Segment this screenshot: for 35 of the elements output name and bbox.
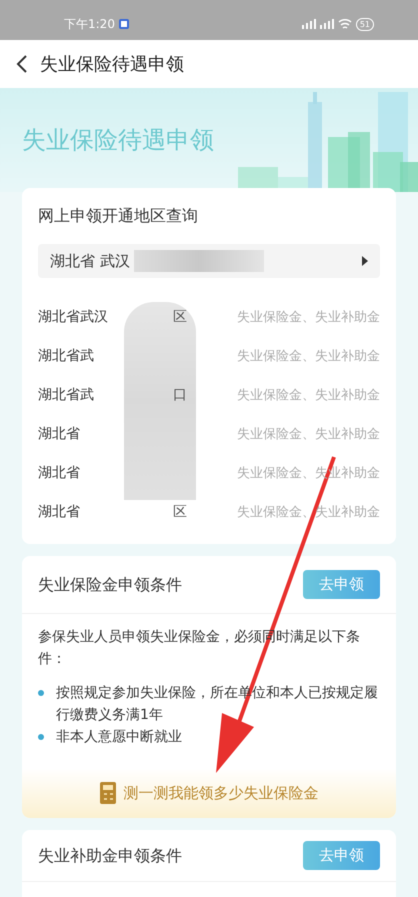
calculator-icon bbox=[100, 782, 116, 804]
region-name: 湖北省武 bbox=[38, 386, 94, 405]
region-name: 湖北省武汉 bbox=[38, 308, 108, 327]
benefit-types: 失业保险金、失业补助金 bbox=[237, 348, 380, 366]
benefit-types: 失业保险金、失业补助金 bbox=[237, 386, 380, 405]
battery-level: 51 bbox=[356, 18, 374, 30]
benefit-types: 失业保险金、失业补助金 bbox=[237, 504, 380, 522]
page-title: 失业保险待遇申领 bbox=[40, 52, 184, 76]
app-notification-icon bbox=[118, 19, 129, 29]
region-selector[interactable]: 湖北省 武汉 bbox=[38, 244, 380, 278]
region-name-end: 口 bbox=[173, 386, 187, 405]
region-name: 湖北省 bbox=[38, 503, 80, 522]
bullet-icon bbox=[38, 690, 44, 696]
calculator-link[interactable]: 测一测我能领多少失业保险金 bbox=[124, 782, 318, 804]
back-icon[interactable] bbox=[16, 54, 28, 74]
region-name-end: 区 bbox=[173, 503, 187, 522]
benefit-types: 失业保险金、失业补助金 bbox=[237, 426, 380, 444]
signal-icon bbox=[320, 18, 334, 30]
benefit-types: 失业保险金、失业补助金 bbox=[237, 308, 380, 327]
region-name: 湖北省 bbox=[38, 425, 80, 444]
apply-button[interactable]: 去申领 bbox=[303, 841, 380, 870]
wifi-icon bbox=[338, 18, 352, 30]
card-title: 失业补助金申领条件 bbox=[38, 844, 182, 866]
region-name-end: 区 bbox=[173, 308, 187, 327]
dropdown-arrow-icon bbox=[362, 256, 368, 266]
region-name: 湖北省武 bbox=[38, 347, 94, 366]
apply-button[interactable]: 去申领 bbox=[303, 570, 380, 599]
condition-text: 非本人意愿中断就业 bbox=[56, 728, 182, 747]
bullet-icon bbox=[38, 734, 44, 740]
card-title: 网上申领开通地区查询 bbox=[38, 205, 199, 227]
hero-title: 失业保险待遇申领 bbox=[22, 125, 214, 156]
status-time: 下午1:20 bbox=[64, 16, 115, 33]
signal-icon bbox=[302, 18, 316, 30]
card-title: 失业保险金申领条件 bbox=[38, 574, 182, 596]
region-name: 湖北省 bbox=[38, 464, 80, 483]
